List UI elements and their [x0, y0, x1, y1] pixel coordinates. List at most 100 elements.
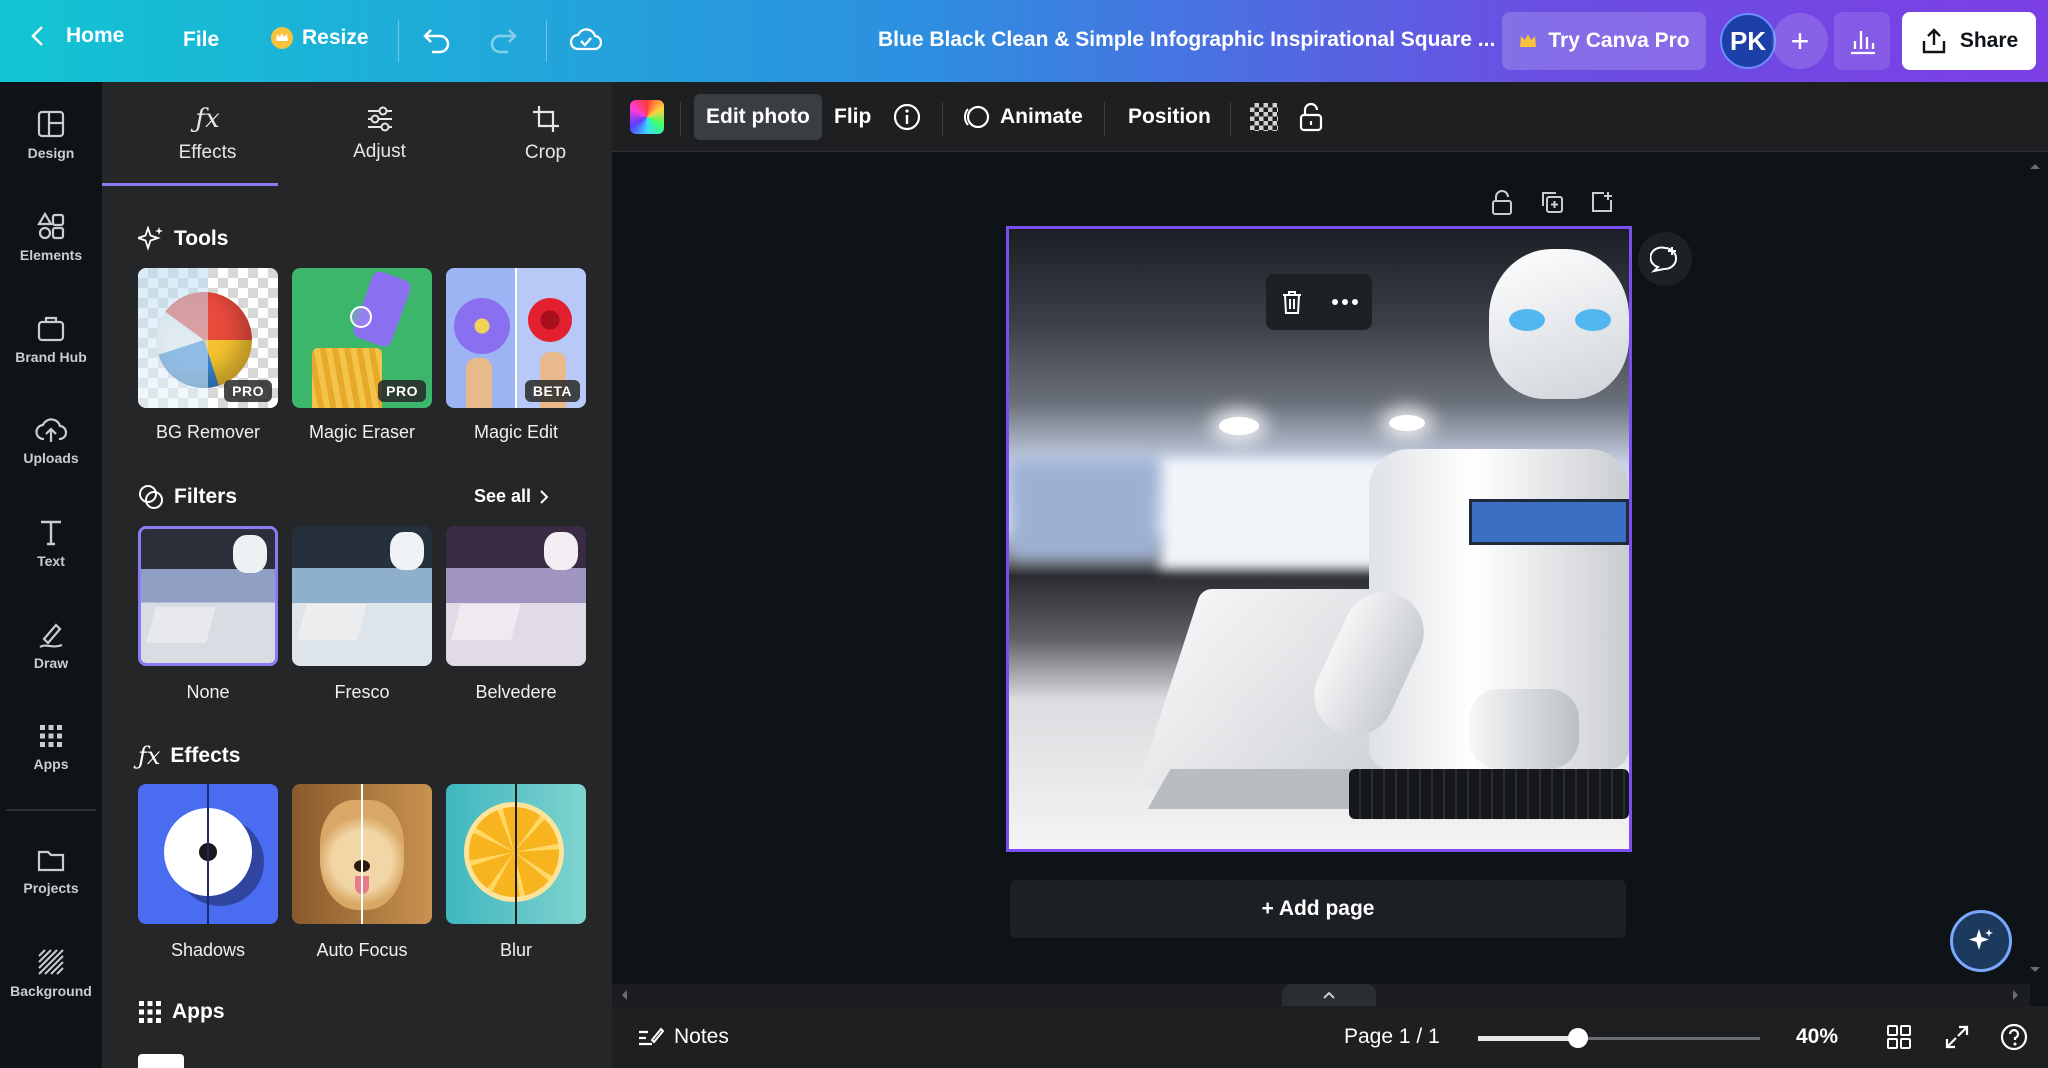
effect-auto-focus[interactable]: [292, 784, 432, 924]
notes-button[interactable]: Notes: [636, 1006, 729, 1068]
share-label: Share: [1959, 29, 2019, 52]
file-menu-button[interactable]: File: [183, 28, 219, 52]
tab-crop[interactable]: Crop: [458, 82, 633, 186]
comment-button[interactable]: [1638, 232, 1692, 286]
rail-label: Elements: [19, 247, 83, 263]
rail-item-projects[interactable]: Projects: [0, 828, 102, 914]
rail-label: Apps: [33, 756, 69, 772]
edit-photo-button[interactable]: Edit photo: [694, 94, 822, 140]
filter-fresco[interactable]: [292, 526, 432, 666]
rail-label: Projects: [23, 880, 79, 896]
robot-head-thumb: [233, 535, 267, 573]
filter-belvedere[interactable]: [446, 526, 586, 666]
page-lock-icon[interactable]: [1490, 190, 1514, 216]
sliders-icon: [367, 106, 392, 132]
add-page-icon[interactable]: [1590, 190, 1614, 214]
try-canva-pro-button[interactable]: Try Canva Pro: [1502, 12, 1706, 70]
tool-magic-edit[interactable]: BETA: [446, 268, 586, 408]
redo-button[interactable]: [488, 26, 518, 54]
checkerboard-icon: [1250, 103, 1278, 131]
collapse-notes-tab[interactable]: [1282, 984, 1376, 1006]
app-tile-peek[interactable]: [138, 1054, 184, 1068]
share-button[interactable]: Share: [1902, 12, 2036, 70]
tool-magic-eraser[interactable]: PRO: [292, 268, 432, 408]
add-page-button[interactable]: + Add page: [1010, 880, 1626, 938]
magic-assistant-button[interactable]: [1950, 910, 2012, 972]
rail-item-text[interactable]: Text: [0, 500, 102, 586]
grid-icon: [139, 1001, 161, 1023]
position-button[interactable]: Position: [1128, 94, 1211, 140]
help-button[interactable]: [2000, 1006, 2028, 1068]
undo-icon: [423, 29, 450, 54]
resize-label: Resize: [302, 26, 369, 49]
duplicate-page-icon[interactable]: [1540, 190, 1564, 214]
animate-button[interactable]: Animate: [962, 94, 1083, 140]
effect-blur[interactable]: [446, 784, 586, 924]
page-indicator[interactable]: Page 1 / 1: [1344, 1006, 1440, 1068]
plus-icon: +: [1790, 22, 1810, 59]
info-button[interactable]: [892, 94, 922, 140]
file-label: File: [183, 28, 220, 51]
lock-button[interactable]: [1298, 94, 1324, 140]
rail-item-brand-hub[interactable]: Brand Hub: [0, 296, 102, 382]
invite-plus-button[interactable]: +: [1772, 13, 1828, 69]
zoom-percentage[interactable]: 40%: [1796, 1006, 1838, 1068]
animate-label: Animate: [1000, 105, 1083, 128]
rail-item-design[interactable]: Design: [0, 92, 102, 178]
undo-button[interactable]: [422, 26, 452, 54]
bottom-bar: Notes Page 1 / 1 40%: [612, 1006, 2048, 1068]
section-title-text: Effects: [170, 744, 241, 767]
fullscreen-button[interactable]: [1944, 1006, 1970, 1068]
grid-view-button[interactable]: [1886, 1006, 1912, 1068]
resize-button[interactable]: Resize: [270, 26, 369, 50]
section-title-text: Filters: [174, 485, 238, 508]
canvas-horizontal-scrollbar[interactable]: [612, 984, 2030, 1006]
folder-icon: [37, 850, 65, 872]
split-divider: [361, 784, 363, 924]
tab-effects[interactable]: ƒx Effects: [120, 82, 295, 186]
rail-item-elements[interactable]: Elements: [0, 194, 102, 280]
expand-icon: [1945, 1025, 1969, 1049]
cloud-save-status[interactable]: [570, 26, 602, 52]
analytics-button[interactable]: [1834, 12, 1890, 70]
bar-chart-icon: [1851, 31, 1875, 55]
document-title[interactable]: Blue Black Clean & Simple Infographic In…: [878, 28, 1495, 52]
avatar[interactable]: PK: [1720, 13, 1776, 69]
toolbar-divider: [680, 102, 681, 136]
apps-section-title: Apps: [138, 1000, 225, 1024]
trash-icon[interactable]: [1280, 289, 1304, 315]
tab-label: Crop: [524, 142, 567, 163]
hand-left: [466, 358, 492, 408]
rail-item-uploads[interactable]: Uploads: [0, 398, 102, 484]
upload-cloud-icon: [35, 418, 67, 442]
rail-label: Draw: [33, 655, 69, 671]
filters-see-all-link[interactable]: See all: [474, 486, 549, 507]
rail-label: Uploads: [23, 450, 79, 466]
effect-shadows[interactable]: [138, 784, 278, 924]
filter-none[interactable]: [138, 526, 278, 666]
cloud-check-icon: [570, 28, 602, 51]
context-toolbar: Edit photo Flip Animate Position: [612, 82, 2048, 152]
flip-button[interactable]: Flip: [834, 94, 871, 140]
notes-pen-icon: [639, 1027, 664, 1046]
rail-item-apps[interactable]: Apps: [0, 704, 102, 790]
transparency-button[interactable]: [1250, 94, 1278, 140]
rail-item-background[interactable]: Background: [0, 930, 102, 1016]
pen-icon: [39, 623, 63, 648]
rail-item-draw[interactable]: Draw: [0, 602, 102, 688]
section-title-text: Tools: [174, 227, 229, 250]
purple-flower: [454, 298, 510, 354]
tab-label: Effects: [178, 142, 237, 163]
eraser-cursor: [350, 306, 372, 328]
canvas-vertical-scrollbar[interactable]: [2022, 152, 2048, 984]
color-swatch-button[interactable]: [630, 94, 664, 140]
toolbar-divider: [942, 102, 943, 136]
more-options-icon[interactable]: [1331, 298, 1359, 306]
tab-label: Adjust: [353, 141, 406, 162]
animate-icon: [964, 105, 990, 129]
zoom-slider-handle[interactable]: [1568, 1028, 1588, 1048]
tab-adjust[interactable]: Adjust: [292, 82, 467, 186]
tool-bg-remover[interactable]: PRO: [138, 268, 278, 408]
position-label: Position: [1128, 105, 1211, 128]
home-button[interactable]: Home: [30, 24, 124, 48]
